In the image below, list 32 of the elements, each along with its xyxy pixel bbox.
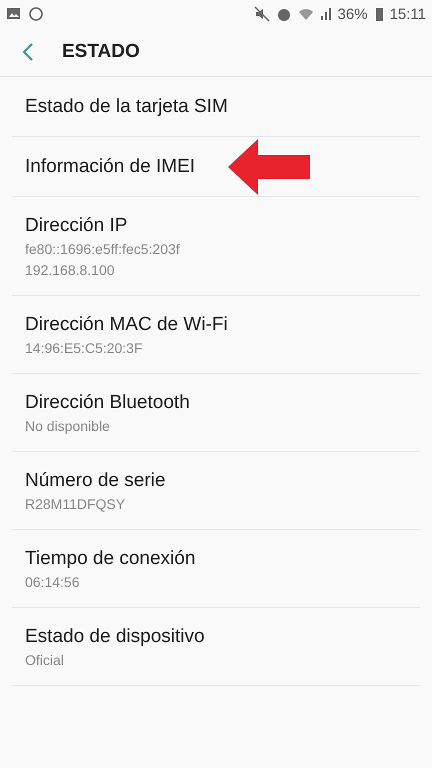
row-value: 06:14:56 [25, 573, 80, 592]
row-title: Información de IMEI [25, 155, 196, 179]
row-value: 192.168.8.100 [25, 261, 116, 280]
settings-row[interactable]: Número de serie R28M11DFQSY [12, 452, 420, 530]
row-title: Dirección MAC de Wi-Fi [25, 313, 229, 337]
settings-row[interactable]: Dirección MAC de Wi-Fi 14:96:E5:C5:20:3F [12, 296, 420, 374]
settings-row[interactable]: Dirección IP fe80::1696:e5ff:fec5:203f 192.168.8.100 [12, 197, 420, 296]
mute-icon [254, 6, 270, 22]
back-icon[interactable] [22, 42, 34, 62]
settings-row[interactable]: Estado de dispositivo Oficial [12, 608, 420, 686]
row-title: Tiempo de conexión [25, 547, 196, 571]
row-title: Estado de dispositivo [25, 625, 206, 649]
row-value: 14:96:E5:C5:20:3F [25, 339, 144, 358]
battery-icon [374, 6, 384, 22]
screen-title: ESTADO [62, 41, 140, 63]
row-value: Oficial [25, 651, 65, 670]
wifi-icon [298, 6, 314, 22]
battery-percentage: 36% [338, 6, 368, 22]
row-value: fe80::1696:e5ff:fec5:203f [25, 240, 181, 259]
image-icon [6, 6, 22, 22]
settings-row[interactable]: Estado de la tarjeta SIM [12, 77, 420, 137]
signal-icon [320, 6, 332, 22]
row-value: No disponible [25, 417, 111, 436]
row-title: Estado de la tarjeta SIM [25, 95, 229, 119]
row-value: R28M11DFQSY [25, 495, 126, 514]
row-title: Dirección Bluetooth [25, 391, 191, 415]
row-title: Número de serie [25, 469, 166, 493]
settings-row[interactable]: Tiempo de conexión 06:14:56 [12, 530, 420, 608]
settings-row[interactable]: Dirección Bluetooth No disponible [12, 374, 420, 452]
clock-time: 15:11 [390, 6, 426, 22]
row-title: Dirección IP [25, 214, 128, 238]
settings-row[interactable]: Información de IMEI [12, 137, 420, 197]
